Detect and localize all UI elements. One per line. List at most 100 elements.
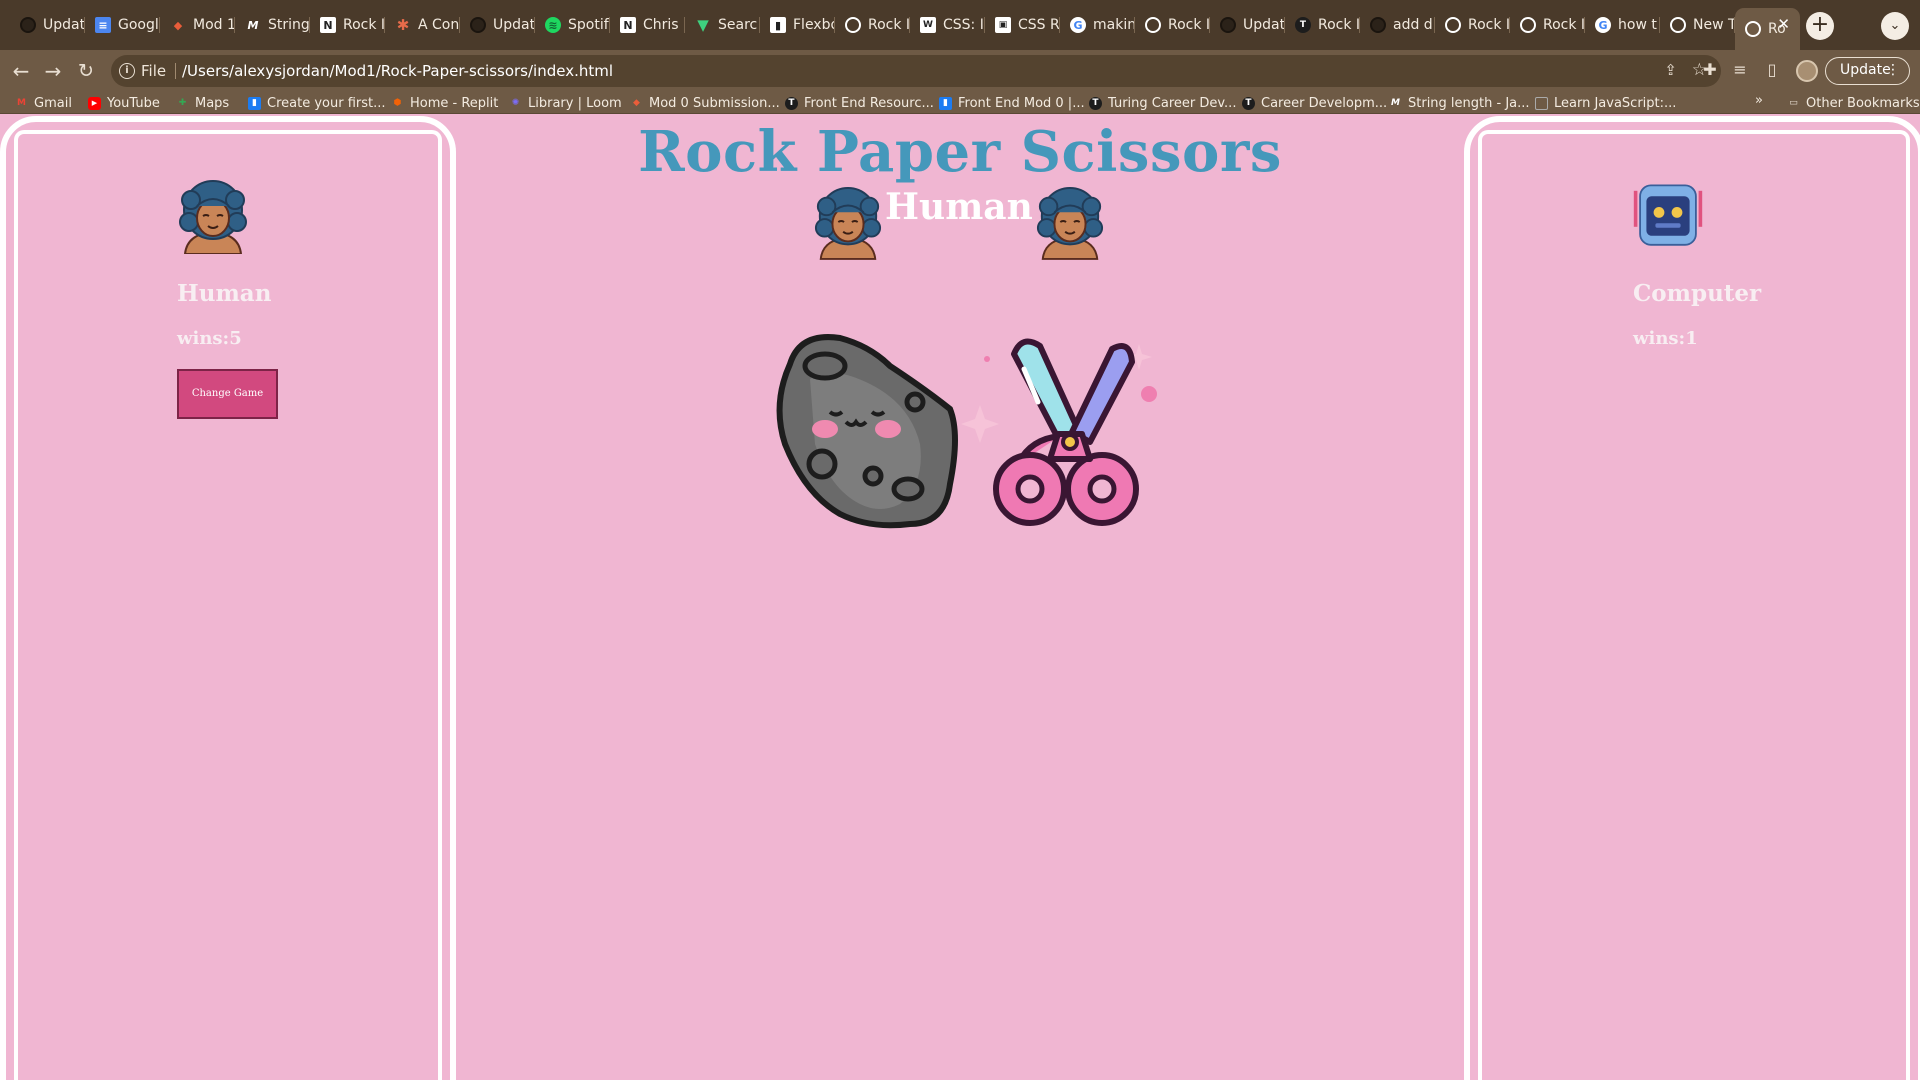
change-game-button[interactable]: Change Game xyxy=(177,369,278,419)
human-name: Human xyxy=(177,280,272,307)
browser-tab[interactable]: Updat xyxy=(10,10,85,40)
browser-tab[interactable]: add di xyxy=(1360,10,1435,40)
browser-tab[interactable]: ◆ Mod 1 xyxy=(160,10,235,40)
globe-icon xyxy=(1670,17,1686,33)
browser-tab[interactable]: Updat xyxy=(460,10,535,40)
bookmark-item[interactable]: ✺ Library | Loom xyxy=(509,93,622,113)
profile-avatar[interactable] xyxy=(1796,60,1818,82)
browser-tab[interactable]: Rock I xyxy=(1435,10,1510,40)
bookmark-item[interactable]: ▮ Create your first... xyxy=(248,93,386,113)
browser-tab[interactable]: ✱ A Con xyxy=(385,10,460,40)
tab-active[interactable]: Ro ✕ xyxy=(1735,8,1800,50)
browser-tab[interactable]: W CSS: I xyxy=(910,10,985,40)
browser-tab[interactable]: Ghow t xyxy=(1585,10,1660,40)
robot-avatar-icon xyxy=(1633,184,1703,246)
bookmark-label: Learn JavaScript:... xyxy=(1554,95,1677,111)
address-scheme-label: File xyxy=(141,62,167,80)
rock-icon xyxy=(776,334,958,529)
close-tab-icon[interactable]: ✕ xyxy=(1777,15,1790,33)
bookmark-item[interactable]: T Career Developm... xyxy=(1242,93,1387,113)
browser-tab[interactable]: Rock I xyxy=(1135,10,1210,40)
winner-banner-text: Human xyxy=(885,186,1033,228)
turing-icon: T xyxy=(1295,17,1311,33)
bookmark-item[interactable]: ▮ Front End Mod 0 |... xyxy=(939,93,1085,113)
browser-tab[interactable]: ≡ Googl xyxy=(85,10,160,40)
w3-icon: W xyxy=(920,17,936,33)
browser-tab[interactable]: Rock I xyxy=(1510,10,1585,40)
browser-tab[interactable]: M String xyxy=(235,10,310,40)
bookmark-label: Mod 0 Submission... xyxy=(649,95,780,111)
bookmark-item[interactable]: ▶ YouTube xyxy=(88,93,160,113)
tab-search-chevron-icon[interactable]: ⌄ xyxy=(1881,12,1909,40)
bookmark-item[interactable]: ⬢ Home - Replit xyxy=(391,93,499,113)
turing-icon: T xyxy=(785,96,798,110)
tab-label: Googl xyxy=(118,17,159,33)
mod-icon: ◆ xyxy=(633,97,640,108)
github-icon xyxy=(1220,17,1236,33)
bookmark-label: YouTube xyxy=(107,95,160,111)
site-info-icon[interactable]: i xyxy=(119,63,135,79)
asterisk-icon: ✱ xyxy=(396,15,410,34)
browser-tab[interactable]: Updat xyxy=(1210,10,1285,40)
bookmark-item[interactable]: Learn JavaScript:... xyxy=(1535,93,1676,113)
browser-tab[interactable]: T Rock I xyxy=(1285,10,1360,40)
globe-icon xyxy=(845,17,861,33)
bookmark-label: String length - Ja... xyxy=(1408,95,1530,111)
address-bar[interactable]: i File /Users/alexysjordan/Mod1/Rock-Pap… xyxy=(111,55,1721,87)
bookmark-label: Career Developm... xyxy=(1261,95,1388,111)
tab-label: CSS: I xyxy=(943,17,984,33)
side-panel-icon[interactable]: ▯ xyxy=(1762,60,1782,79)
tab-label: String xyxy=(268,17,310,33)
mdn-icon: M xyxy=(247,18,259,32)
reading-list-icon[interactable]: ≡ xyxy=(1730,60,1750,79)
bookmark-item[interactable]: M String length - Ja... xyxy=(1389,93,1530,113)
bookmark-item[interactable]: T Turing Career Dev... xyxy=(1089,93,1236,113)
forward-arrow-icon[interactable]: → xyxy=(40,58,66,84)
tab-label: Mod 1 xyxy=(193,17,235,33)
tab-label: Chris xyxy=(643,17,679,33)
browser-tab[interactable]: Gmakin xyxy=(1060,10,1135,40)
tab-strip: Updat ≡ Googl ◆ Mod 1 M String N Rock I ✱ A Con Upd… xyxy=(0,0,1920,50)
trello-icon: ▮ xyxy=(248,96,261,110)
bookmark-label: Maps xyxy=(195,95,230,111)
globe-icon xyxy=(1520,17,1536,33)
back-arrow-icon[interactable]: ← xyxy=(8,58,34,84)
winner-banner: Human xyxy=(800,184,1120,264)
reload-icon[interactable]: ↻ xyxy=(73,58,99,84)
tab-label: Rock I xyxy=(1318,17,1360,33)
bookmark-item[interactable]: ◆ Mod 0 Submission... xyxy=(630,93,780,113)
tab-label: CSS R xyxy=(1018,17,1060,33)
browser-tab[interactable]: ▣ CSS R xyxy=(985,10,1060,40)
maps-icon: ✚ xyxy=(178,97,187,108)
browser-tab[interactable]: ▼ Searc xyxy=(685,10,760,40)
new-tab-button[interactable]: + xyxy=(1806,12,1834,40)
notion-icon: N xyxy=(320,17,336,33)
browser-tab[interactable]: Rock I xyxy=(835,10,910,40)
address-url[interactable]: /Users/alexysjordan/Mod1/Rock-Paper-scis… xyxy=(182,62,613,80)
browser-tab[interactable]: N Rock I xyxy=(310,10,385,40)
update-label: Update xyxy=(1840,62,1891,78)
kebab-menu-icon[interactable]: ⋮ xyxy=(1886,58,1900,83)
browser-tab[interactable]: ≋ Spotif xyxy=(535,10,610,40)
update-button[interactable]: Update ⋮ xyxy=(1825,57,1910,85)
bookmark-item[interactable]: T Front End Resourc... xyxy=(785,93,934,113)
google-docs-icon: ≡ xyxy=(95,17,111,33)
bookmark-item[interactable]: M Gmail xyxy=(15,93,72,113)
human-avatar-icon xyxy=(179,180,247,254)
browser-tab[interactable]: ▮ Flexbo xyxy=(760,10,835,40)
bookmark-item[interactable]: ✚ Maps xyxy=(176,93,230,113)
other-bookmarks[interactable]: ▭ Other Bookmarks xyxy=(1787,93,1919,113)
tab-label: Rock I xyxy=(1468,17,1510,33)
tab-label: Spotif xyxy=(568,17,609,33)
computer-wins: wins:1 xyxy=(1633,328,1698,349)
extensions-puzzle-icon[interactable]: ✚ xyxy=(1700,60,1720,79)
share-icon[interactable]: ⇪ xyxy=(1664,61,1677,79)
browser-tab[interactable]: N Chris xyxy=(610,10,685,40)
human-wins: wins:5 xyxy=(177,328,242,349)
trello-icon: ▮ xyxy=(939,96,952,110)
bookmarks-overflow-icon[interactable]: » xyxy=(1755,93,1763,108)
tab-label: Rock I xyxy=(868,17,910,33)
tab-label: Updat xyxy=(43,17,85,33)
browser-tab[interactable]: New T xyxy=(1660,10,1735,40)
loom-icon: ✺ xyxy=(511,97,520,108)
